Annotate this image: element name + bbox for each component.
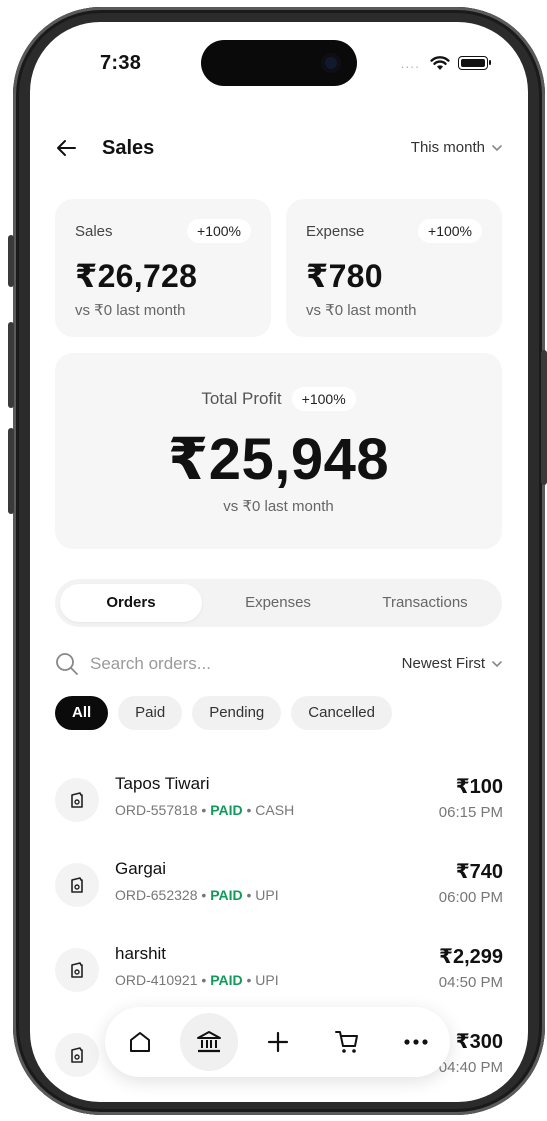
expense-amount: ₹780 (306, 258, 383, 294)
order-amount: ₹300 (455, 1031, 503, 1053)
page-header: Sales This month (55, 134, 503, 164)
order-time: 04:50 PM (438, 974, 503, 991)
filter-chip-cancelled[interactable]: Cancelled (291, 696, 392, 730)
status-time: 7:38 (100, 52, 142, 74)
customer-name: Tapos Tiwari (115, 774, 210, 793)
order-meta: ORD-557818 • PAID • CASH (115, 802, 294, 818)
bill-icon (55, 1033, 99, 1077)
filter-chip-paid[interactable]: Paid (118, 696, 183, 730)
tab-expenses[interactable]: Expenses (207, 584, 349, 622)
period-label: This month (410, 139, 485, 156)
tab-transactions[interactable]: Transactions (354, 584, 496, 622)
filter-chip-pending[interactable]: Pending (192, 696, 282, 730)
status-badge: PAID (210, 887, 243, 903)
period-selector[interactable]: This month (411, 139, 503, 156)
nav-home[interactable] (111, 1013, 169, 1071)
order-row[interactable]: Tapos Tiwari ORD-557818 • PAID • CASH ₹1… (55, 772, 503, 832)
order-amount: ₹2,299 (439, 946, 503, 968)
status-badge: PAID (210, 972, 243, 988)
nav-add[interactable] (249, 1013, 307, 1071)
order-id: ORD-410921 (115, 972, 198, 988)
bill-icon (55, 863, 99, 907)
separator: • (201, 972, 207, 988)
device-side-button (8, 428, 14, 514)
filter-chips: All Paid Pending Cancelled (55, 696, 392, 730)
tab-orders[interactable]: Orders (60, 584, 202, 622)
cart-icon (335, 1031, 358, 1053)
nav-more[interactable] (387, 1013, 445, 1071)
expense-growth-badge: +100% (418, 219, 482, 243)
segment-tabs: Orders Expenses Transactions (55, 579, 502, 627)
search-row: Search orders... Newest First (55, 650, 503, 680)
signal-dots: .... (400, 55, 420, 71)
profit-growth-badge: +100% (291, 387, 356, 411)
search-icon (56, 653, 78, 675)
order-amount: ₹740 (455, 861, 503, 883)
order-meta: ORD-410921 • PAID • UPI (115, 972, 279, 988)
chevron-down-icon (492, 660, 502, 667)
separator: • (246, 887, 252, 903)
device-side-button (8, 235, 14, 287)
order-amount: ₹100 (455, 776, 503, 798)
sales-compare: vs ₹0 last month (75, 302, 186, 319)
profit-compare: vs ₹0 last month (223, 498, 334, 515)
payment-method: CASH (255, 802, 295, 818)
more-icon (404, 1039, 428, 1045)
order-time: 06:00 PM (438, 889, 503, 906)
plus-icon (267, 1031, 289, 1053)
order-meta: ORD-652328 • PAID • UPI (115, 887, 279, 903)
nav-bank[interactable] (180, 1013, 238, 1071)
order-time: 04:40 PM (438, 1059, 503, 1076)
phone-screen: 7:38 .... Sales This month Sales +100% ₹… (30, 22, 528, 1102)
bill-icon (55, 778, 99, 822)
payment-method: UPI (255, 887, 279, 903)
profit-amount: ₹25,948 (167, 427, 390, 492)
order-row[interactable]: harshit ORD-410921 • PAID • UPI ₹2,299 0… (55, 942, 503, 1002)
page-title: Sales (102, 137, 155, 159)
separator: • (246, 972, 252, 988)
status-icons: .... (400, 55, 491, 71)
device-side-button (8, 322, 14, 408)
bill-icon (55, 948, 99, 992)
chevron-down-icon (492, 144, 502, 151)
camera (321, 53, 341, 73)
filter-chip-all[interactable]: All (55, 696, 109, 730)
expense-compare: vs ₹0 last month (306, 302, 417, 319)
battery-icon (458, 56, 491, 70)
customer-name: harshit (115, 944, 167, 963)
wifi-icon (430, 56, 450, 70)
expense-label: Expense (306, 223, 365, 240)
bottom-nav (105, 1007, 450, 1077)
sales-growth-badge: +100% (187, 219, 251, 243)
bank-icon (197, 1031, 221, 1053)
device-side-button (541, 350, 547, 485)
sales-card: Sales +100% ₹26,728 vs ₹0 last month (55, 199, 271, 337)
order-id: ORD-652328 (115, 887, 198, 903)
sales-label: Sales (75, 223, 113, 240)
expense-card: Expense +100% ₹780 vs ₹0 last month (286, 199, 502, 337)
separator: • (201, 802, 207, 818)
search-input[interactable]: Search orders... (90, 654, 211, 674)
profit-label: Total Profit (201, 389, 282, 408)
sort-label: Newest First (401, 655, 485, 672)
order-id: ORD-557818 (115, 802, 198, 818)
separator: • (201, 887, 207, 903)
order-row[interactable]: Gargai ORD-652328 • PAID • UPI ₹740 06:0… (55, 857, 503, 917)
sort-selector[interactable]: Newest First (402, 655, 503, 672)
separator: • (246, 802, 252, 818)
back-arrow-icon[interactable] (55, 136, 79, 160)
sales-amount: ₹26,728 (75, 258, 198, 294)
status-badge: PAID (210, 802, 243, 818)
profit-header: Total Profit +100% (55, 387, 502, 411)
dynamic-island (201, 40, 357, 86)
profit-card: Total Profit +100% ₹25,948 vs ₹0 last mo… (55, 353, 502, 549)
nav-cart[interactable] (318, 1013, 376, 1071)
home-icon (130, 1032, 150, 1052)
customer-name: Gargai (115, 859, 167, 878)
order-time: 06:15 PM (438, 804, 503, 821)
payment-method: UPI (255, 972, 279, 988)
